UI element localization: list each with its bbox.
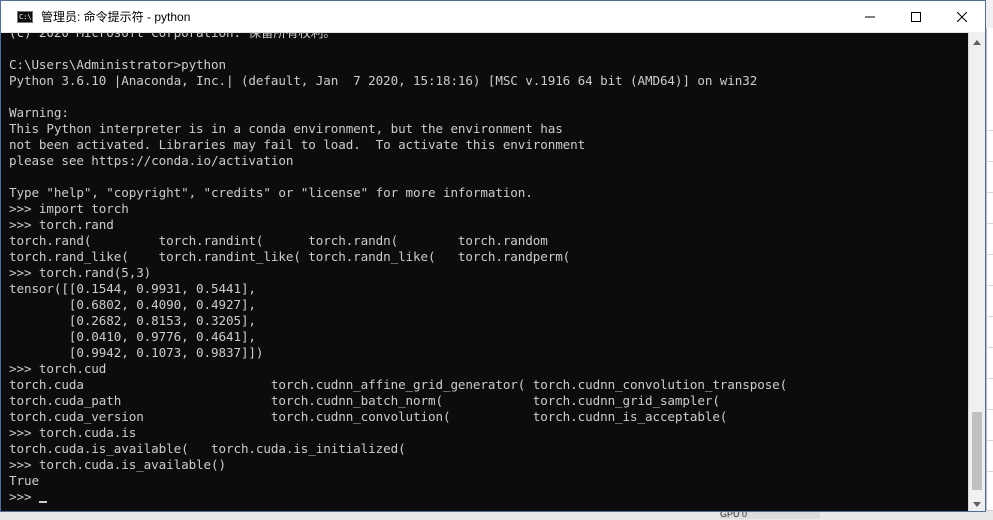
chevron-down-icon (973, 494, 981, 512)
console-line-text: Python 3.6.10 |Anaconda, Inc.| (default,… (9, 73, 758, 88)
console-line-text: >>> torch.cuda.is (9, 425, 137, 440)
console-line-text: torch.rand( torch.randint( torch.randn( … (9, 233, 548, 248)
console-line: True (1, 473, 969, 489)
console-line: torch.cuda_version torch.cudnn_convoluti… (1, 409, 969, 425)
console-line-text: torch.cuda_path torch.cudnn_batch_norm( … (9, 393, 720, 408)
console-line: (c) 2020 Microsoft Corporation. 保留所有权利。 (1, 32, 969, 41)
console-line-text: >>> torch.cuda.is_available() (9, 457, 226, 472)
console-line: Python 3.6.10 |Anaconda, Inc.| (default,… (1, 73, 969, 89)
maximize-icon (911, 11, 921, 22)
console-line: >>> torch.cud (1, 361, 969, 377)
console-line: torch.cuda torch.cudnn_affine_grid_gener… (1, 377, 969, 393)
close-button[interactable] (939, 1, 985, 32)
console-line-text: >>> torch.rand(5,3) (9, 265, 152, 280)
close-icon (957, 11, 967, 22)
background-window-rows (987, 100, 993, 480)
console-line-text: not been activated. Libraries may fail t… (9, 137, 586, 152)
console-line: tensor([[0.1544, 0.9931, 0.5441], (1, 281, 969, 297)
console-line: [0.6802, 0.4090, 0.4927], (1, 297, 969, 313)
console-line-text: >>> torch.rand (9, 217, 114, 232)
console-line-text: [0.0410, 0.9776, 0.4641], (9, 329, 256, 344)
minimize-button[interactable] (847, 1, 893, 32)
console-line: >>> torch.cuda.is (1, 425, 969, 441)
console-line: >>> (1, 489, 969, 505)
console-line-text: C:\Users\Administrator>python (9, 57, 226, 72)
console-line: >>> torch.cuda.is_available() (1, 457, 969, 473)
minimize-icon (865, 12, 875, 22)
console-line: [0.9942, 0.1073, 0.9837]]) (1, 345, 969, 361)
console-line: [0.2682, 0.8153, 0.3205], (1, 313, 969, 329)
console-line: C:\Users\Administrator>python (1, 57, 969, 73)
console-line-text: torch.cuda_version torch.cudnn_convoluti… (9, 409, 728, 424)
console-line: torch.cuda.is_available( torch.cuda.is_i… (1, 441, 969, 457)
console-line: >>> torch.rand (1, 217, 969, 233)
console-line-text: please see https://conda.io/activation (9, 153, 294, 168)
window-title: 管理员: 命令提示符 - python (41, 10, 191, 24)
console-line: >>> import torch (1, 201, 969, 217)
chevron-up-icon (973, 32, 981, 50)
console-line-text: [0.9942, 0.1073, 0.9837]]) (9, 345, 264, 360)
console-line: torch.rand( torch.randint( torch.randn( … (1, 233, 969, 249)
console-line: >>> torch.rand(5,3) (1, 265, 969, 281)
title-bar[interactable]: C:\ 管理员: 命令提示符 - python (1, 1, 985, 33)
console-line-text: This Python interpreter is in a conda en… (9, 121, 563, 136)
text-cursor (38, 501, 47, 503)
console-line: Type "help", "copyright", "credits" or "… (1, 185, 969, 201)
console-line: This Python interpreter is in a conda en… (1, 121, 969, 137)
console-line-text: tensor([[0.1544, 0.9931, 0.5441], (9, 281, 256, 296)
maximize-button[interactable] (893, 1, 939, 32)
vertical-scrollbar[interactable] (968, 32, 985, 511)
scrollbar-thumb[interactable] (972, 412, 982, 490)
console-app-icon[interactable]: C:\ (17, 10, 33, 23)
console-line: torch.cuda_path torch.cudnn_batch_norm( … (1, 393, 969, 409)
console-line-text: (c) 2020 Microsoft Corporation. 保留所有权利。 (9, 32, 336, 40)
console-line-text: torch.rand_like( torch.randint_like( tor… (9, 249, 571, 264)
console-line-text: True (9, 473, 39, 488)
console-line-text: >>> (9, 489, 39, 504)
console-line-text: [0.6802, 0.4090, 0.4927], (9, 297, 256, 312)
scroll-down-button[interactable] (969, 494, 985, 511)
console-line: please see https://conda.io/activation (1, 153, 969, 169)
console-output[interactable]: (c) 2020 Microsoft Corporation. 保留所有权利。 C… (1, 32, 969, 511)
console-line-text: >>> import torch (9, 201, 129, 216)
console-line-text: Warning: (9, 105, 69, 120)
console-line: not been activated. Libraries may fail t… (1, 137, 969, 153)
console-line-text: [0.2682, 0.8153, 0.3205], (9, 313, 256, 328)
scroll-up-button[interactable] (969, 32, 985, 49)
command-prompt-window[interactable]: C:\ 管理员: 命令提示符 - python (c) 2020 Microso… (0, 0, 986, 512)
console-line-text: torch.cuda.is_available( torch.cuda.is_i… (9, 441, 406, 456)
console-line: torch.rand_like( torch.randint_like( tor… (1, 249, 969, 265)
console-line-text: torch.cuda torch.cudnn_affine_grid_gener… (9, 377, 788, 392)
console-line-text: >>> torch.cud (9, 361, 107, 376)
console-line-text: Type "help", "copyright", "credits" or "… (9, 185, 533, 200)
console-line: [0.0410, 0.9776, 0.4641], (1, 329, 969, 345)
console-line: Warning: (1, 105, 969, 121)
